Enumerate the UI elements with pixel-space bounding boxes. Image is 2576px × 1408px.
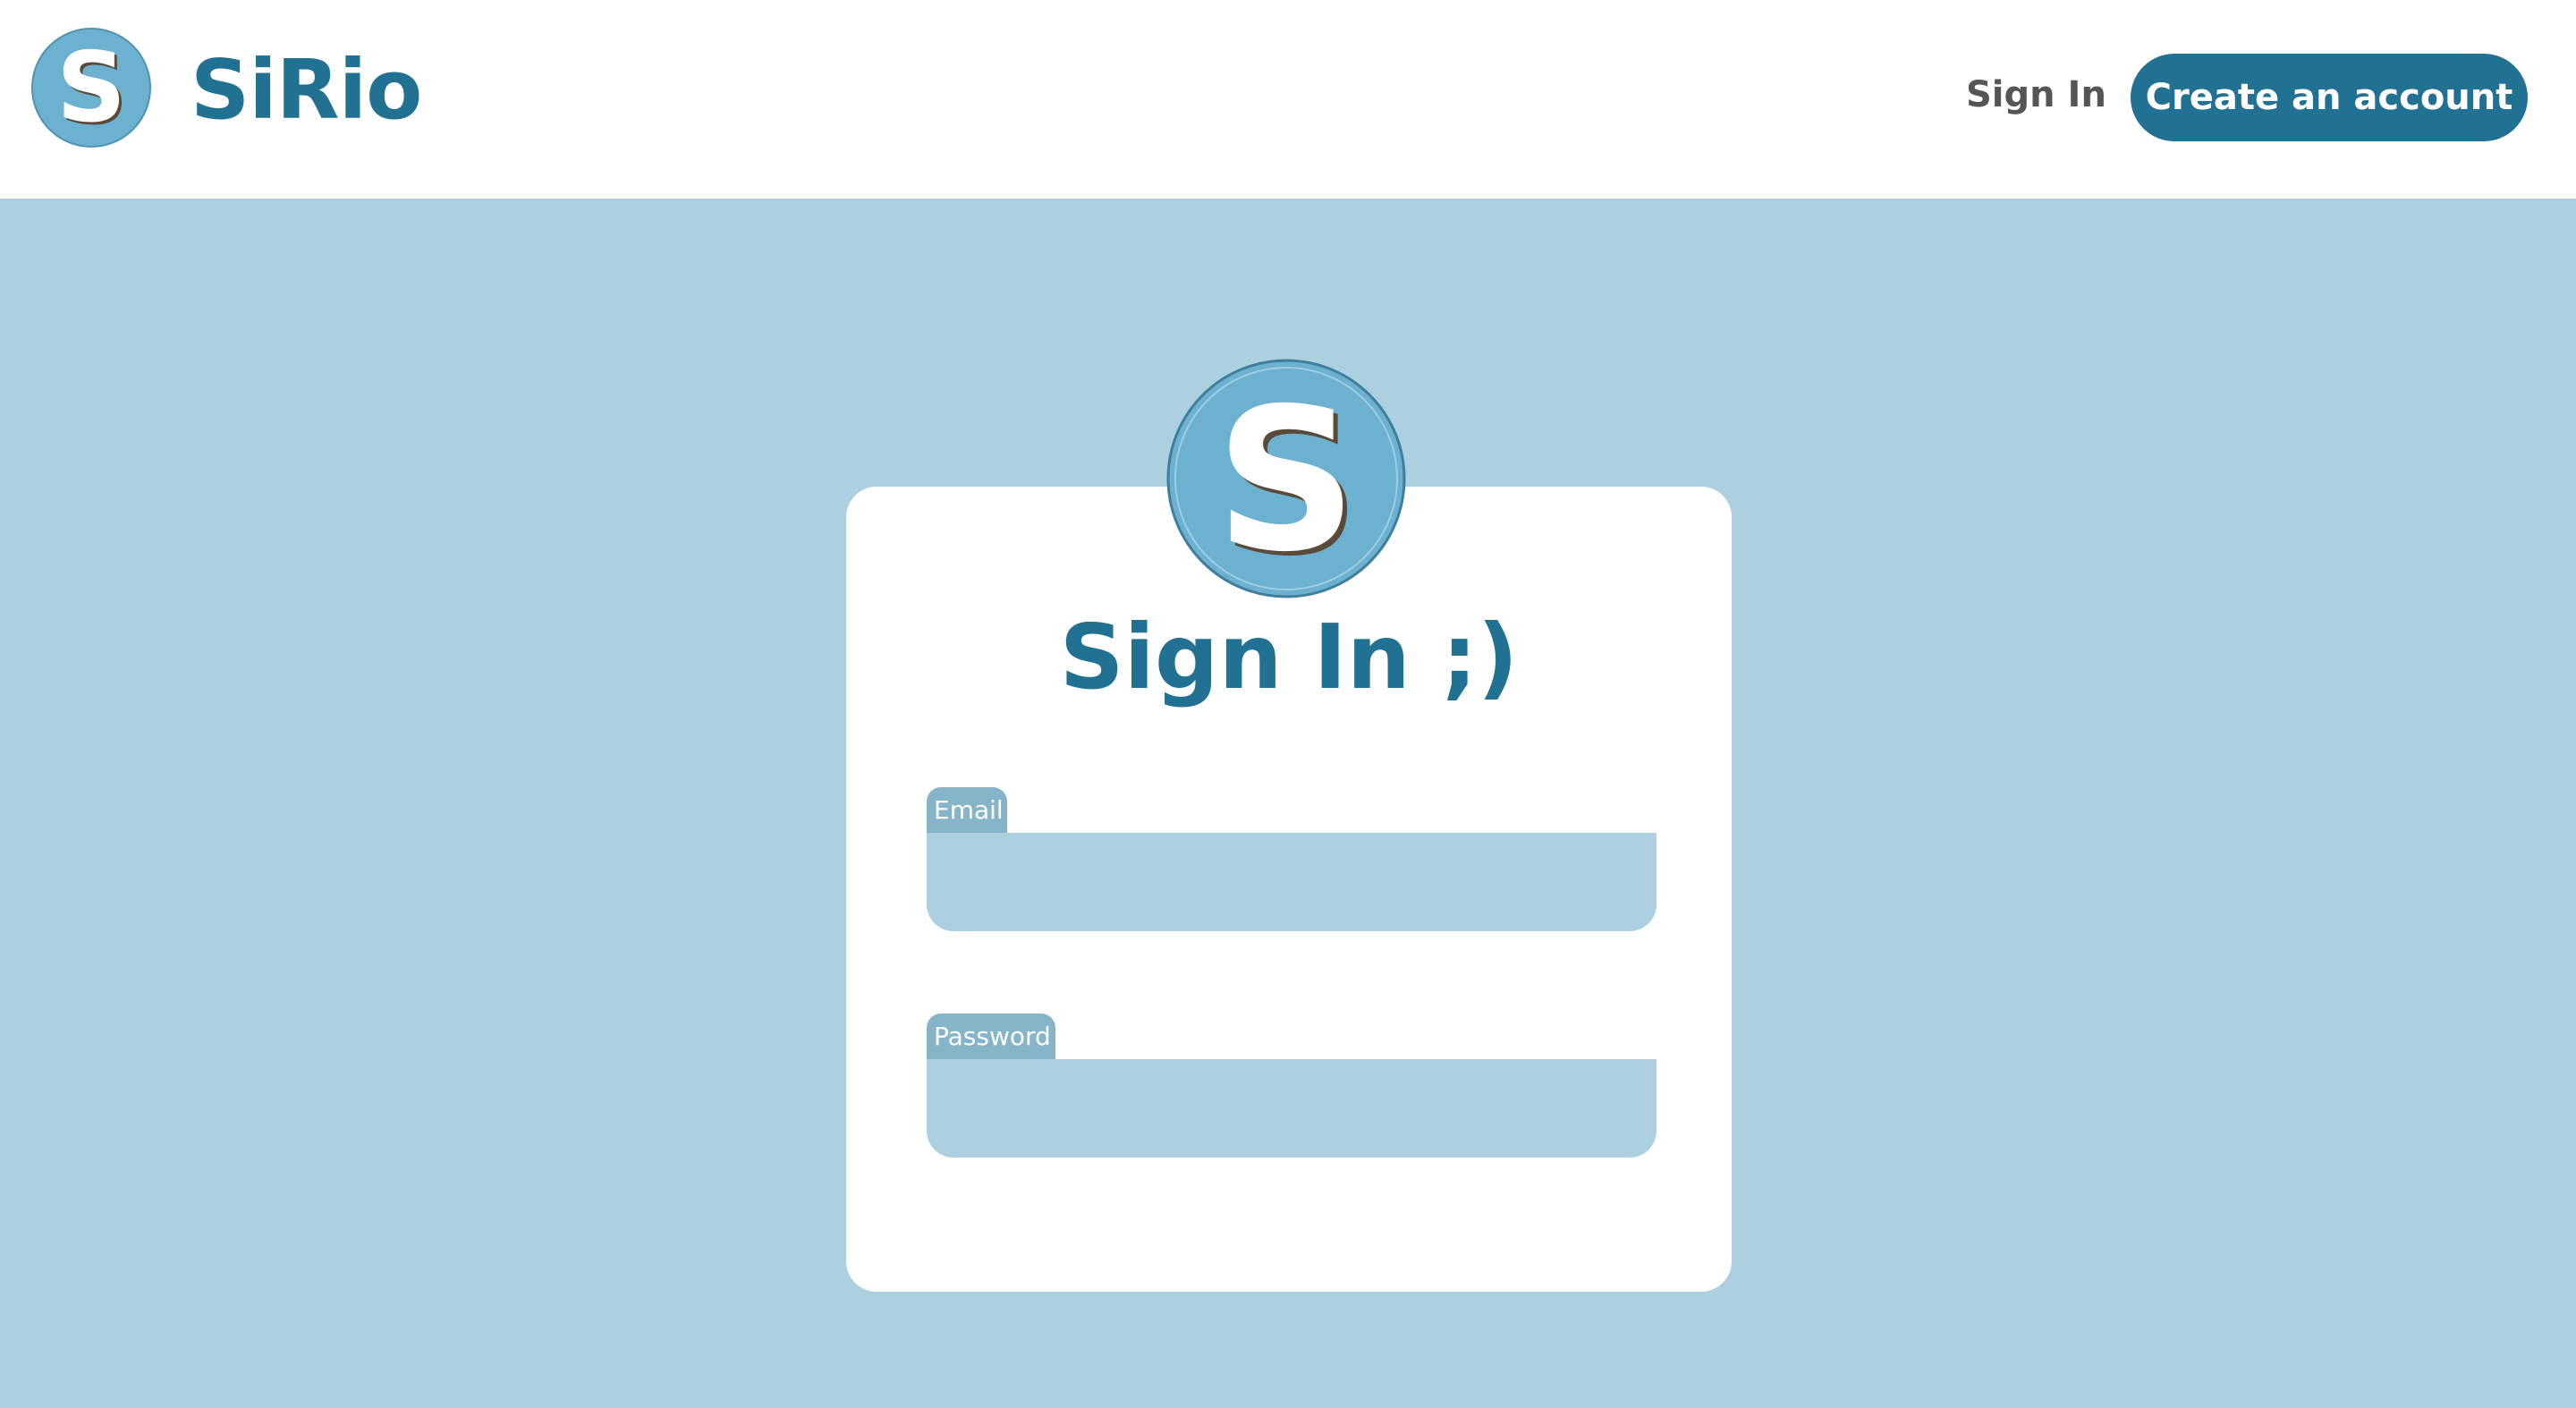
top-navbar: S S SiRio Sign In Create an account (0, 0, 2576, 199)
sirio-logo-icon[interactable]: S S (30, 27, 152, 148)
nav-sign-in-link[interactable]: Sign In (1966, 70, 2106, 120)
logo-letter: S (56, 32, 126, 144)
email-field[interactable] (927, 833, 1657, 931)
password-field[interactable] (927, 1059, 1657, 1158)
create-account-button[interactable]: Create an account (2131, 54, 2528, 141)
sirio-logo-icon: S S (1166, 359, 1406, 599)
password-label: Password (927, 1014, 1055, 1060)
signin-title: Sign In ;) (1059, 605, 1519, 709)
brand-name[interactable]: SiRio (191, 41, 422, 140)
card-logo-letter: S (1216, 366, 1357, 595)
email-label: Email (927, 787, 1007, 834)
